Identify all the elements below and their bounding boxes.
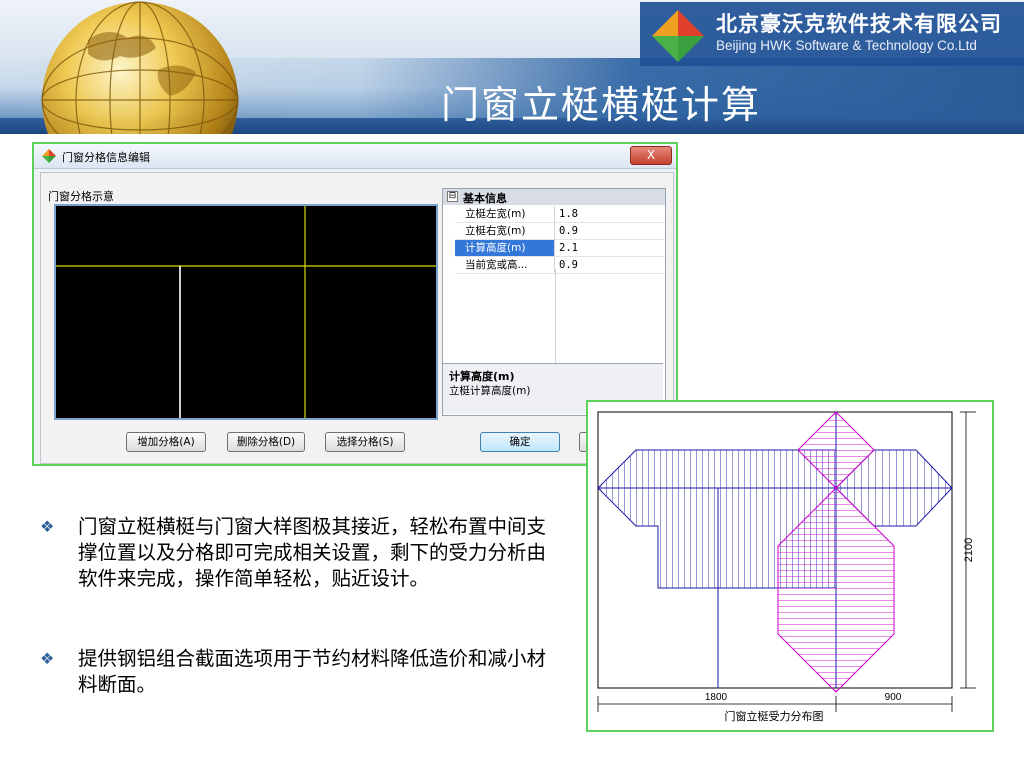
- bullet-diamond-icon: ❖: [40, 517, 55, 536]
- bullet-text: 提供钢铝组合截面选项用于节约材料降低造价和减小材料断面。: [78, 647, 547, 696]
- split-preview-drawing: [56, 206, 436, 418]
- property-key: 计算高度(m): [455, 240, 555, 256]
- bullet-text: 门窗立梃横梃与门窗大样图极其接近，轻松布置中间支撑位置以及分格即可完成相关设置，…: [78, 515, 547, 590]
- diagram-caption: 门窗立梃受力分布图: [725, 709, 824, 723]
- close-icon[interactable]: X: [630, 146, 672, 165]
- split-preview-canvas[interactable]: [54, 204, 438, 420]
- property-key: 立梃左宽(m): [455, 206, 555, 222]
- property-row-left-width[interactable]: 立梃左宽(m) 1.8: [455, 206, 665, 223]
- property-row-calc-height[interactable]: 计算高度(m) 2.1: [455, 240, 665, 257]
- bullet-diamond-icon: ❖: [40, 649, 55, 668]
- company-name-en: Beijing HWK Software & Technology Co.Ltd: [716, 38, 977, 53]
- property-description-title: 计算高度(m): [449, 370, 515, 383]
- select-split-button[interactable]: 选择分格(S): [325, 432, 405, 452]
- property-grid: ⊟ 基本信息 立梃左宽(m) 1.8 立梃右宽(m) 0.9 计算高度(m) 2…: [442, 188, 666, 416]
- property-row-current-size[interactable]: 当前宽或高... 0.9: [455, 257, 665, 274]
- split-info-dialog: 门窗分格信息编辑 X 门窗分格示意 ⊟ 基本信息 立梃左宽(m) 1.8 立梃右…: [32, 142, 678, 466]
- collapse-icon[interactable]: ⊟: [447, 191, 458, 202]
- dialog-title: 门窗分格信息编辑: [62, 151, 150, 164]
- property-category-label: 基本信息: [463, 192, 507, 205]
- property-row-right-width[interactable]: 立梃右宽(m) 0.9: [455, 223, 665, 240]
- property-key: 当前宽或高...: [455, 257, 555, 273]
- company-name-cn: 北京豪沃克软件技术有限公司: [716, 12, 1002, 36]
- delete-split-button[interactable]: 删除分格(D): [227, 432, 305, 452]
- slide-title: 门窗立梃横梃计算: [441, 83, 762, 127]
- header-banner: 北京豪沃克软件技术有限公司 Beijing HWK Software & Tec…: [0, 0, 1024, 134]
- company-logo-icon: [652, 10, 704, 62]
- globe-icon: [41, 1, 239, 134]
- add-split-button[interactable]: 增加分格(A): [126, 432, 206, 452]
- left-width-label: 1800: [705, 692, 728, 703]
- dialog-titlebar: 门窗分格信息编辑 X: [34, 144, 676, 169]
- height-dimension-label: 2100: [963, 538, 975, 562]
- property-category[interactable]: ⊟ 基本信息: [443, 189, 665, 205]
- app-icon: [42, 149, 56, 163]
- ok-button[interactable]: 确定: [480, 432, 560, 452]
- force-distribution-diagram: 2100 1800 900 门窗立梃受力分布图: [586, 400, 994, 732]
- force-diagram-drawing: 2100 1800 900 门窗立梃受力分布图: [597, 411, 976, 723]
- slide: 北京豪沃克软件技术有限公司 Beijing HWK Software & Tec…: [0, 0, 1024, 768]
- preview-label: 门窗分格示意: [48, 190, 114, 203]
- property-value[interactable]: 0.9: [559, 257, 578, 273]
- right-width-label: 900: [885, 692, 902, 703]
- property-value[interactable]: 0.9: [559, 223, 578, 239]
- property-value[interactable]: 1.8: [559, 206, 578, 222]
- property-grid-divider: [555, 269, 556, 367]
- property-key: 立梃右宽(m): [455, 223, 555, 239]
- property-description-text: 立梃计算高度(m): [449, 385, 531, 397]
- property-value[interactable]: 2.1: [559, 240, 578, 256]
